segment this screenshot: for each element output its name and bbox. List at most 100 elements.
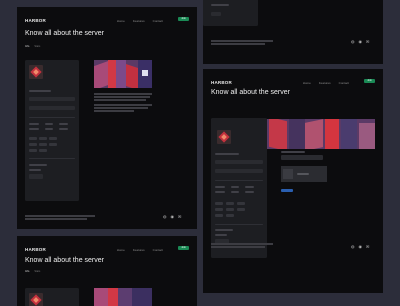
server-name-field[interactable] <box>215 160 263 164</box>
footer-text <box>211 40 273 42</box>
github-icon[interactable]: ◉ <box>359 245 363 249</box>
github-icon[interactable]: ◉ <box>359 40 363 44</box>
nav-link-features[interactable]: Features <box>133 248 145 252</box>
top-nav: HARBOR Home Features Contact Join <box>25 15 189 27</box>
stat-row <box>215 191 225 193</box>
stat-row <box>245 191 254 193</box>
tag-chip[interactable] <box>226 208 234 211</box>
nav-links: Home Features Contact <box>303 81 349 85</box>
tag-chip[interactable] <box>39 143 47 146</box>
tag-chip[interactable] <box>49 143 57 146</box>
page-title: Know all about the server <box>25 30 104 37</box>
server-address-field[interactable] <box>29 106 75 110</box>
tag-chip[interactable] <box>29 143 37 146</box>
tag-chip[interactable] <box>237 208 245 211</box>
frame-main: HARBOR Home Features Contact Join Know a… <box>17 7 197 229</box>
description-line <box>94 96 150 98</box>
stat-row <box>215 186 225 188</box>
preview-panel <box>281 166 327 182</box>
server-card <box>25 288 79 306</box>
tag-chip[interactable] <box>39 137 47 140</box>
tag-chip[interactable] <box>237 202 245 205</box>
tag-chip[interactable] <box>49 137 57 140</box>
description-line <box>94 107 148 109</box>
tab-info[interactable]: Info <box>25 270 29 273</box>
logo[interactable]: HARBOR <box>25 18 46 23</box>
tag-chip[interactable] <box>226 202 234 205</box>
stat-row <box>45 123 53 125</box>
tab-bar: Info Stats <box>25 45 40 48</box>
tab-info[interactable]: Info <box>25 45 29 48</box>
stat-row <box>59 123 68 125</box>
description-line <box>94 99 146 101</box>
server-address-field[interactable] <box>215 169 263 173</box>
nav-link-contact[interactable]: Contact <box>339 81 349 85</box>
stat-row <box>29 128 39 130</box>
page-title: Know all about the server <box>211 89 290 96</box>
upload-field[interactable] <box>281 155 323 160</box>
logo[interactable]: HARBOR <box>25 247 46 252</box>
submit-button[interactable] <box>281 189 293 192</box>
nav-link-features[interactable]: Features <box>319 81 331 85</box>
frame-bottom-left: HARBOR Home Features Contact Join Know a… <box>17 236 197 306</box>
tag-chip[interactable] <box>215 202 223 205</box>
server-icon <box>29 65 43 79</box>
server-name-field[interactable] <box>29 97 75 101</box>
top-nav: HARBOR Home Features Contact Join <box>25 244 189 256</box>
github-icon[interactable]: ◉ <box>171 215 175 219</box>
nav-links: Home Features Contact <box>117 19 163 23</box>
nav-link-contact[interactable]: Contact <box>153 248 163 252</box>
tag-chip[interactable] <box>29 137 37 140</box>
server-card <box>203 0 258 26</box>
nav-links: Home Features Contact <box>117 248 163 252</box>
frame-right: HARBOR Home Features Contact Join Know a… <box>203 69 383 293</box>
tab-bar: Info Stats <box>25 270 40 273</box>
mail-icon[interactable]: ✉ <box>178 215 181 219</box>
footer-icons: ◍ ◉ ✉ <box>351 245 369 249</box>
footer-icons: ◍ ◉ ✉ <box>351 40 369 44</box>
footer-text <box>25 218 87 220</box>
join-button[interactable]: Join <box>178 17 189 21</box>
select-field[interactable] <box>211 12 221 16</box>
stat-row <box>231 191 239 193</box>
footer-icons: ◍ ◉ ✉ <box>163 215 181 219</box>
frame-top-right: ◍ ◉ ✉ <box>203 0 383 64</box>
tag-chip[interactable] <box>39 149 47 152</box>
discord-icon[interactable]: ◍ <box>351 245 355 249</box>
mail-icon[interactable]: ✉ <box>366 40 369 44</box>
preview-thumbnail <box>283 169 293 179</box>
tag-chip[interactable] <box>29 149 37 152</box>
section-value <box>215 234 227 236</box>
select-field[interactable] <box>29 174 43 179</box>
tag-chip[interactable] <box>215 214 223 217</box>
mail-icon[interactable]: ✉ <box>366 245 369 249</box>
discord-icon[interactable]: ◍ <box>351 40 355 44</box>
description-line <box>94 104 152 106</box>
stat-row <box>29 123 39 125</box>
stat-row <box>245 186 254 188</box>
page-title: Know all about the server <box>25 257 104 264</box>
stat-row <box>45 128 53 130</box>
nav-link-contact[interactable]: Contact <box>153 19 163 23</box>
card-label <box>211 4 229 6</box>
footer-text <box>25 215 95 217</box>
hero-artwork <box>94 60 152 88</box>
server-card <box>25 60 79 201</box>
nav-link-home[interactable]: Home <box>117 19 125 23</box>
server-icon <box>217 130 231 144</box>
join-button[interactable]: Join <box>178 246 189 250</box>
card-label <box>215 153 239 155</box>
join-button[interactable]: Join <box>364 79 375 83</box>
tab-stats[interactable]: Stats <box>34 270 40 273</box>
divider <box>215 180 263 181</box>
nav-link-home[interactable]: Home <box>303 81 311 85</box>
tab-stats[interactable]: Stats <box>34 45 40 48</box>
tag-chip[interactable] <box>215 208 223 211</box>
nav-link-home[interactable]: Home <box>117 248 125 252</box>
divider <box>215 224 263 225</box>
discord-icon[interactable]: ◍ <box>163 215 167 219</box>
tag-chip[interactable] <box>226 214 234 217</box>
logo[interactable]: HARBOR <box>211 80 232 85</box>
nav-link-features[interactable]: Features <box>133 19 145 23</box>
hero-artwork <box>94 288 152 306</box>
